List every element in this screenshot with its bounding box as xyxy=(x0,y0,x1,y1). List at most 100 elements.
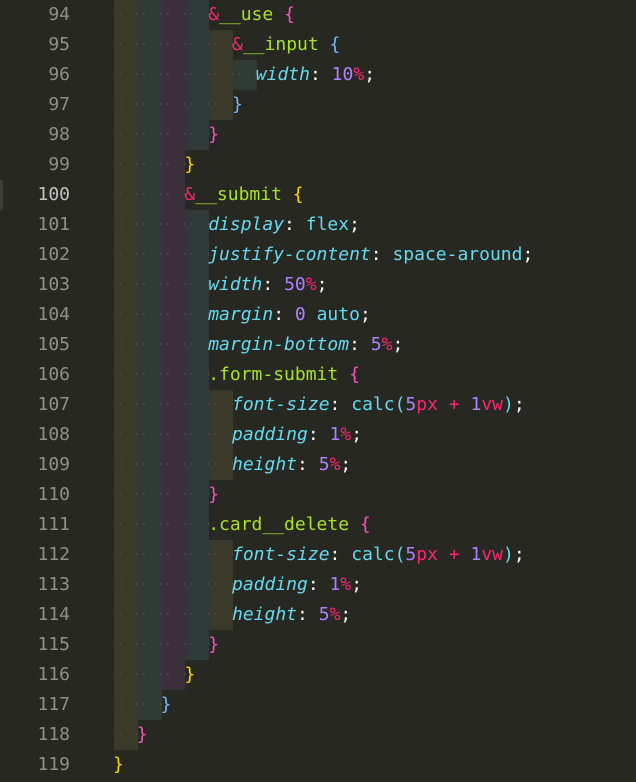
code-line[interactable]: · · · · · · · · · · 95 &__input { xyxy=(0,30,636,60)
code-token: px xyxy=(416,394,438,415)
code-token: ; xyxy=(340,604,352,625)
code-line[interactable]: · · · · · · · · 106 .form-submit { xyxy=(0,360,636,390)
code-editor[interactable]: · · · · · · · · 94 &__use {· · · · · · · · · · 95 &… xyxy=(0,0,636,782)
code-text: &__submit { xyxy=(184,180,303,210)
code-token: 1 xyxy=(329,574,341,595)
code-text: &__use { xyxy=(208,0,295,30)
line-number: 104 xyxy=(37,304,70,325)
code-line[interactable]: · · · · · · · · · · 108 padding: 1%; xyxy=(0,420,636,450)
code-line[interactable]: · · · · · · · · 105 margin-bottom: 5%; xyxy=(0,330,636,360)
code-line[interactable]: · · · · · · · · 111 .card__delete { xyxy=(0,510,636,540)
code-line[interactable]: · · · · · · · · · · 109 height: 5%; xyxy=(0,450,636,480)
code-text: } xyxy=(208,480,219,510)
code-token: margin-bottom xyxy=(208,334,350,355)
code-token: : xyxy=(309,64,332,85)
code-line[interactable]: · · · · · · 116} xyxy=(0,660,636,690)
code-text: &__input { xyxy=(232,30,340,60)
code-token: ; xyxy=(351,574,363,595)
code-token: font-size xyxy=(232,544,330,565)
code-token: padding xyxy=(232,424,308,445)
line-number: 109 xyxy=(37,454,70,475)
code-token: + xyxy=(448,544,460,565)
code-token: { xyxy=(284,4,295,25)
line-number: 107 xyxy=(37,394,70,415)
line-number: 98 xyxy=(48,124,70,145)
code-token: } xyxy=(208,484,220,505)
code-token: .card__delete xyxy=(208,514,350,535)
code-token: : xyxy=(349,334,371,355)
line-number: 116 xyxy=(37,664,70,685)
code-token: 5 xyxy=(370,334,382,355)
code-token: calc( xyxy=(351,394,406,415)
code-line[interactable]: · · · · · · · · · · 112 font-size: calc(5px + … xyxy=(0,540,636,570)
line-number: 105 xyxy=(37,334,70,355)
code-token: width xyxy=(255,64,310,85)
code-text: } xyxy=(161,690,172,720)
line-number: 117 xyxy=(37,694,70,715)
code-token: 1 xyxy=(470,544,482,565)
code-token: __use xyxy=(219,4,274,25)
code-token: width xyxy=(208,274,263,295)
code-token: + xyxy=(448,394,460,415)
code-token: space-around xyxy=(392,244,523,265)
code-token: display xyxy=(208,214,285,235)
code-line[interactable]: · · · · · · · · 103 width: 50%; xyxy=(0,270,636,300)
code-text: } xyxy=(184,660,195,690)
code-line[interactable]: · · · · · · · · · · 113 padding: 1%; xyxy=(0,570,636,600)
code-line[interactable]: · · · · · · · · 101 display: flex; xyxy=(0,210,636,240)
code-token: ; xyxy=(513,544,525,565)
code-text: } xyxy=(232,90,243,120)
code-line[interactable]: · · · · · · · · 98} xyxy=(0,120,636,150)
code-line[interactable]: 119} xyxy=(0,750,636,780)
code-line[interactable]: · · · · 117} xyxy=(0,690,636,720)
code-token: 1 xyxy=(329,424,341,445)
code-token: { xyxy=(292,184,304,205)
code-line[interactable]: · · · · · · · · · · 114 height: 5%; xyxy=(0,600,636,630)
code-token: } xyxy=(208,124,220,145)
code-line[interactable]: · · · · · · · · 94 &__use { xyxy=(0,0,636,30)
code-token: ; xyxy=(513,394,525,415)
code-line[interactable]: · · · · · · · · 115} xyxy=(0,630,636,660)
code-token: calc( xyxy=(351,544,406,565)
code-token: __input xyxy=(242,34,319,55)
code-line[interactable]: · · · · · · · · · · · · 96 width: 10%; xyxy=(0,60,636,90)
code-token: 5 xyxy=(318,454,330,475)
code-token: & xyxy=(208,4,220,25)
code-text: font-size: calc(5px + 1vw); xyxy=(232,540,525,570)
code-token: ; xyxy=(392,334,404,355)
code-token: % xyxy=(381,334,393,355)
code-line[interactable]: · · · · · · · · · · 107 font-size: calc(5px + … xyxy=(0,390,636,420)
code-text: } xyxy=(113,750,124,780)
line-number: 96 xyxy=(48,64,70,85)
code-text: padding: 1%; xyxy=(232,570,362,600)
code-token: % xyxy=(329,454,341,475)
code-line[interactable]: · · · · · · · · 102 justify-content: space-ar… xyxy=(0,240,636,270)
code-token: height xyxy=(232,454,298,475)
code-token: { xyxy=(329,34,341,55)
code-text: width: 10%; xyxy=(256,60,375,90)
code-token: font-size xyxy=(232,394,330,415)
line-number: 115 xyxy=(37,634,70,655)
code-token: 5 xyxy=(405,394,417,415)
line-number: 111 xyxy=(37,514,70,535)
code-text: } xyxy=(184,150,195,180)
code-line[interactable]: · · · · · · 99} xyxy=(0,150,636,180)
code-line[interactable]: · · 118} xyxy=(0,720,636,750)
code-token: : xyxy=(297,454,319,475)
code-line[interactable]: · · · · · · · · 104 margin: 0 auto; xyxy=(0,300,636,330)
code-token: vw xyxy=(481,544,504,565)
code-token: 10 xyxy=(331,64,354,85)
code-token: : xyxy=(273,304,295,325)
code-token: } xyxy=(208,634,220,655)
code-text: justify-content: space-around; xyxy=(208,240,533,270)
code-text: } xyxy=(137,720,148,750)
code-line[interactable]: · · · · · · · · 110} xyxy=(0,480,636,510)
line-number: 119 xyxy=(37,754,70,775)
code-line[interactable]: · · · · · · 100 &__submit { xyxy=(0,180,636,210)
line-number: 99 xyxy=(48,154,70,175)
code-token: height xyxy=(232,604,298,625)
code-line[interactable]: · · · · · · · · · · 97} xyxy=(0,90,636,120)
line-number: 114 xyxy=(37,604,70,625)
